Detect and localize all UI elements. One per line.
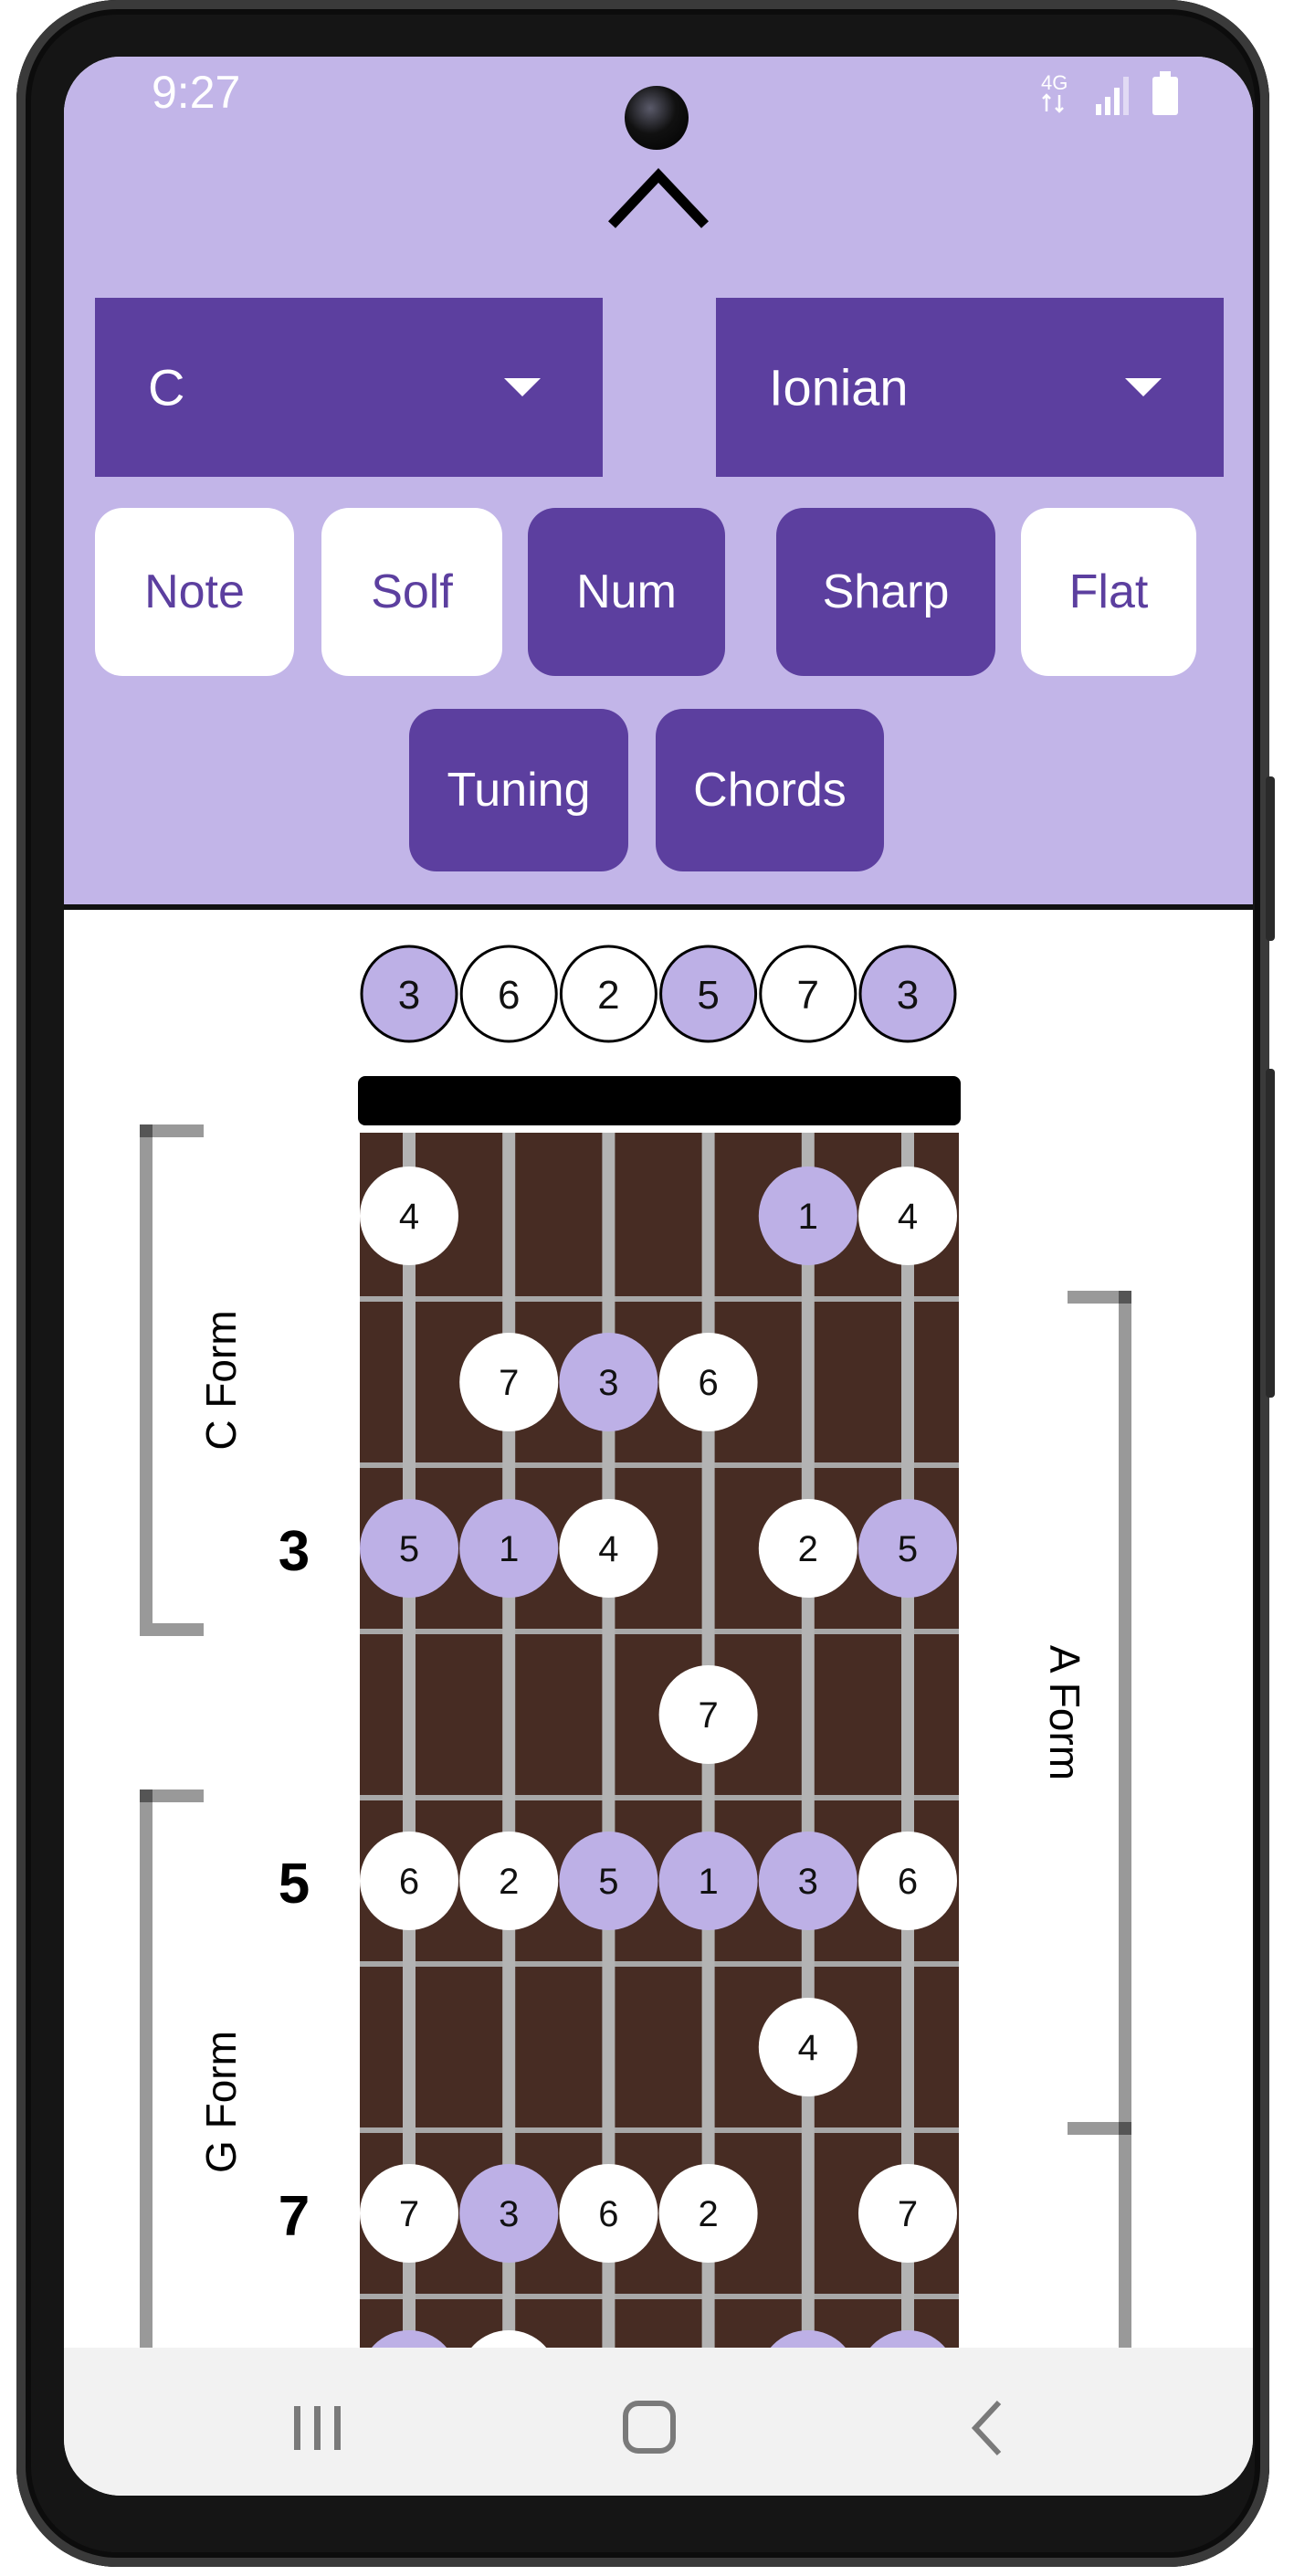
volume-button bbox=[1266, 776, 1275, 941]
sharp-button[interactable]: Sharp bbox=[776, 508, 995, 676]
signal-icon bbox=[1096, 77, 1129, 115]
form-label: G Form bbox=[197, 2031, 245, 2173]
form-bracket-corner bbox=[1119, 1291, 1131, 1304]
fret-wire bbox=[360, 1296, 959, 1302]
note-label: 2 bbox=[499, 1862, 519, 1902]
collapse-chevron-icon[interactable] bbox=[608, 164, 709, 228]
mode-dropdown-value: Ionian bbox=[769, 358, 909, 417]
note-label: 3 bbox=[598, 1363, 618, 1403]
fretboard-area: 3 6 2 5 7 3 4 1 4 7 3 6 5 1 4 2 5 7 6 2 5 1 3 6 4 7 3 6 2 7 3 5 7 C Form G… bbox=[64, 910, 1253, 2408]
form-bracket-corner bbox=[140, 1124, 153, 1137]
fret-wire bbox=[360, 2294, 959, 2299]
open-string-label: 3 bbox=[398, 973, 420, 1018]
solf-button[interactable]: Solf bbox=[321, 508, 502, 676]
key-dropdown-value: C bbox=[148, 358, 185, 417]
flat-button-label: Flat bbox=[1068, 565, 1149, 618]
network-4g-icon: 4G bbox=[1041, 71, 1068, 113]
fret-number: 3 bbox=[279, 1520, 310, 1583]
note-label: 7 bbox=[399, 2194, 419, 2234]
num-button[interactable]: Num bbox=[528, 508, 725, 676]
form-bracket bbox=[140, 1796, 153, 2408]
note-label: 4 bbox=[798, 2028, 818, 2068]
open-string-label: 6 bbox=[498, 973, 520, 1018]
form-bracket-corner bbox=[1119, 2122, 1131, 2135]
num-button-label: Num bbox=[576, 565, 677, 618]
fretboard-nut bbox=[358, 1076, 961, 1125]
fretboard-diagram: 3 6 2 5 7 3 4 1 4 7 3 6 5 1 4 2 5 7 6 2 5 1 3 6 4 7 3 6 2 7 3 5 7 C Form G… bbox=[140, 945, 1131, 2408]
app-screen: 9:27 4G C Ionian Note Solf Num Sharp Fla… bbox=[64, 57, 1253, 2496]
phone-frame: 9:27 4G C Ionian Note Solf Num Sharp Fla… bbox=[16, 0, 1275, 2567]
note-label: 1 bbox=[499, 1529, 519, 1569]
note-label: 1 bbox=[698, 1862, 718, 1902]
form-bracket bbox=[1119, 1297, 1131, 2128]
note-label: 5 bbox=[598, 1862, 618, 1902]
back-icon[interactable] bbox=[968, 2399, 1005, 2457]
front-camera bbox=[625, 86, 689, 150]
controls-panel: 9:27 4G C Ionian Note Solf Num Sharp Fla… bbox=[64, 57, 1253, 904]
battery-icon bbox=[1152, 71, 1178, 115]
home-icon[interactable] bbox=[621, 2399, 678, 2455]
note-label: 4 bbox=[598, 1529, 618, 1569]
recent-apps-icon[interactable] bbox=[290, 2402, 345, 2454]
mode-dropdown[interactable]: Ionian bbox=[716, 298, 1224, 477]
tuning-button-label: Tuning bbox=[447, 764, 591, 817]
network-label: 4G bbox=[1041, 71, 1068, 94]
fret-number: 7 bbox=[279, 2185, 310, 2248]
note-label: 4 bbox=[898, 1197, 918, 1237]
fret-wire bbox=[360, 1629, 959, 1634]
fret-number: 5 bbox=[279, 1853, 310, 1916]
fret-wire bbox=[360, 2127, 959, 2133]
fret-wire bbox=[360, 1961, 959, 1967]
note-label: 4 bbox=[399, 1197, 419, 1237]
form-label: C Form bbox=[197, 1310, 245, 1450]
note-label: 1 bbox=[798, 1197, 818, 1237]
form-bracket bbox=[140, 1131, 153, 1630]
note-label: 6 bbox=[898, 1862, 918, 1902]
navigation-bar bbox=[64, 2348, 1253, 2496]
note-label: 3 bbox=[798, 1862, 818, 1902]
note-label: 6 bbox=[598, 2194, 618, 2234]
note-label: 5 bbox=[898, 1529, 918, 1569]
note-label: 7 bbox=[898, 2194, 918, 2234]
dropdown-arrow-icon bbox=[1125, 378, 1162, 396]
note-label: 6 bbox=[698, 1363, 718, 1403]
note-label: 3 bbox=[499, 2194, 519, 2234]
key-dropdown[interactable]: C bbox=[95, 298, 603, 477]
dropdown-arrow-icon bbox=[504, 378, 541, 396]
form-bracket-cap bbox=[140, 1623, 204, 1636]
open-string-label: 3 bbox=[897, 973, 919, 1018]
note-label: 2 bbox=[798, 1529, 818, 1569]
form-bracket-corner bbox=[140, 1789, 153, 1802]
note-label: 7 bbox=[698, 1695, 718, 1736]
power-button bbox=[1266, 1069, 1275, 1398]
note-label: 6 bbox=[399, 1862, 419, 1902]
tuning-button[interactable]: Tuning bbox=[409, 709, 628, 871]
status-time: 9:27 bbox=[152, 67, 241, 118]
guitar-string bbox=[801, 1133, 815, 2408]
chords-button-label: Chords bbox=[693, 764, 847, 817]
open-string-label: 5 bbox=[697, 973, 719, 1018]
note-label: 5 bbox=[399, 1529, 419, 1569]
note-label: 2 bbox=[698, 2194, 718, 2234]
fret-wire bbox=[360, 1462, 959, 1468]
status-icons: 4G bbox=[1039, 69, 1180, 115]
open-string-label: 2 bbox=[597, 973, 619, 1018]
sharp-button-label: Sharp bbox=[822, 565, 950, 618]
chords-button[interactable]: Chords bbox=[656, 709, 884, 871]
note-button-label: Note bbox=[144, 565, 245, 618]
solf-button-label: Solf bbox=[371, 565, 453, 618]
flat-button[interactable]: Flat bbox=[1021, 508, 1196, 676]
fret-wire bbox=[360, 1795, 959, 1800]
note-button[interactable]: Note bbox=[95, 508, 294, 676]
form-label: A Form bbox=[1041, 1645, 1089, 1780]
open-string-label: 7 bbox=[797, 973, 819, 1018]
note-label: 7 bbox=[499, 1363, 519, 1403]
